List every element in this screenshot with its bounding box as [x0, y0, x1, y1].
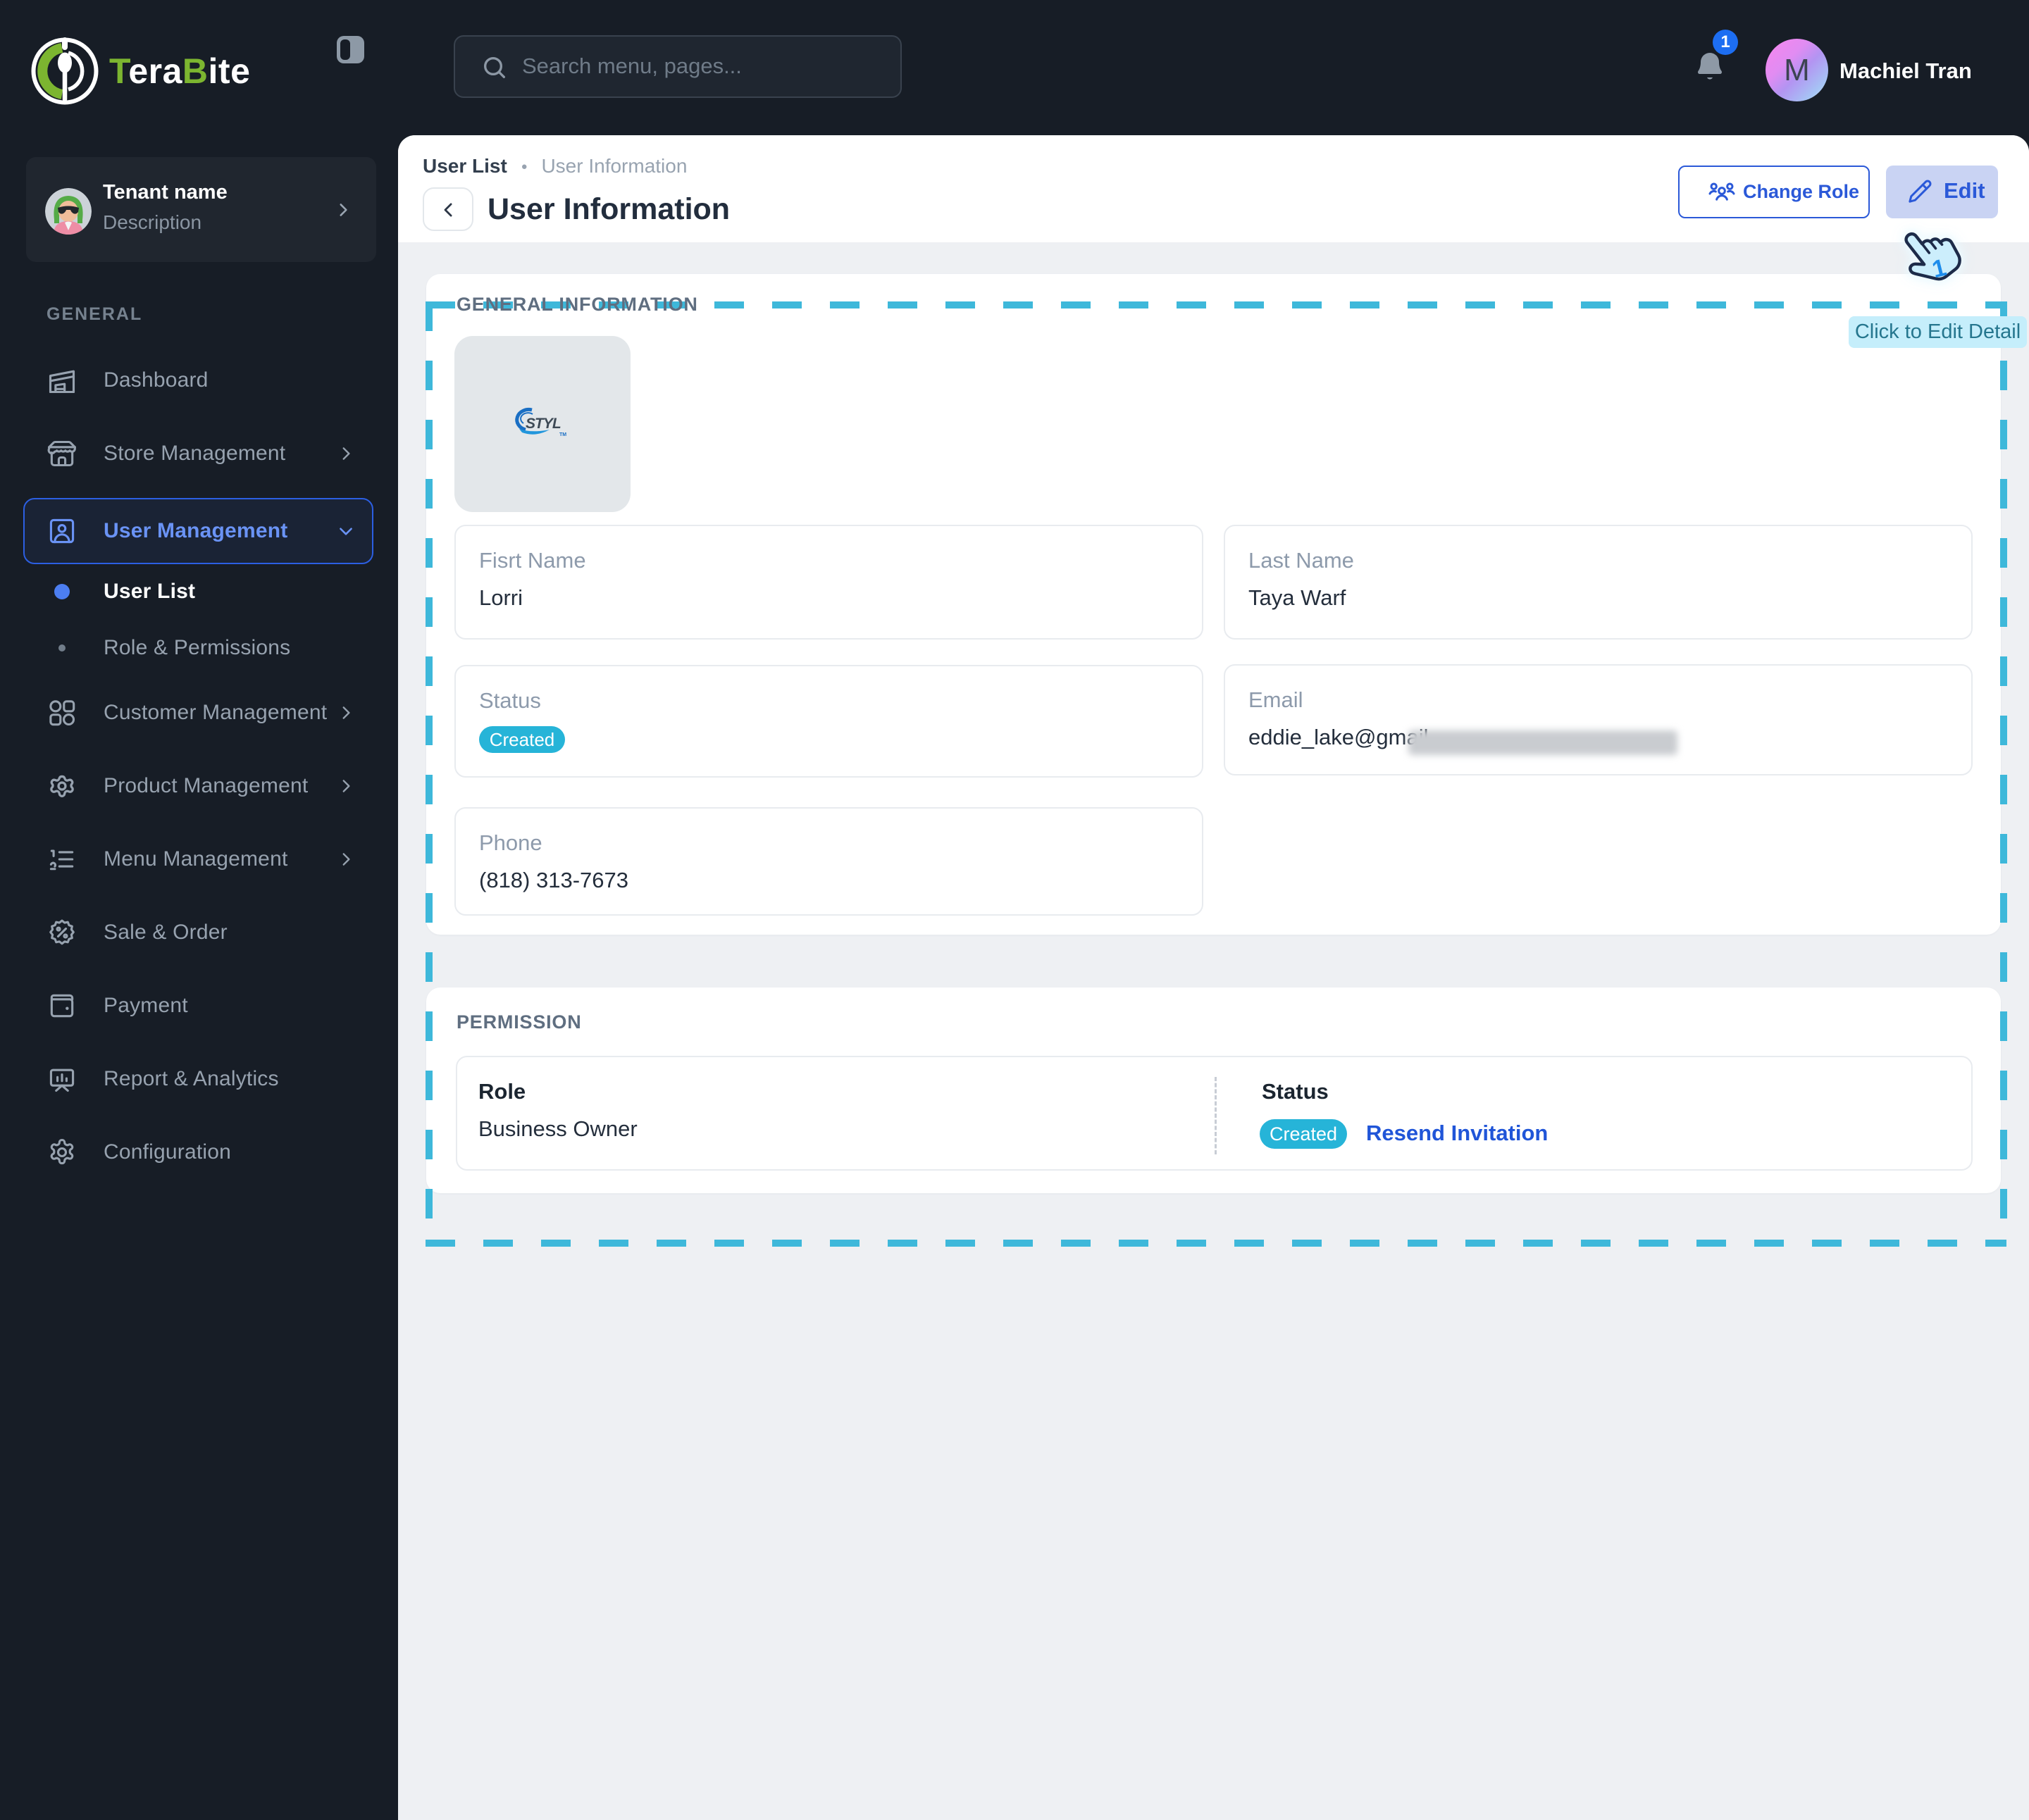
svg-text:TM: TM	[559, 432, 566, 437]
svg-text:STYL: STYL	[526, 416, 561, 432]
